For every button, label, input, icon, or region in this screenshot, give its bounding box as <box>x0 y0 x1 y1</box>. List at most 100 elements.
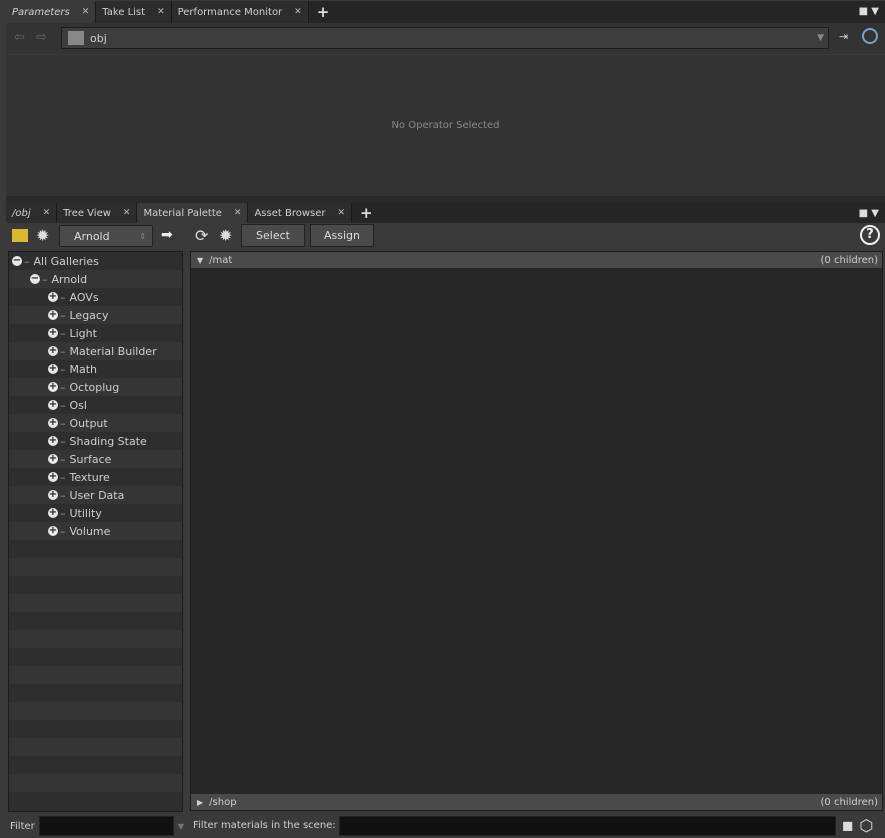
expand-icon[interactable]: + <box>48 310 58 320</box>
forward-arrow-icon[interactable]: ⇨ <box>36 30 47 45</box>
expand-icon[interactable]: + <box>48 292 58 302</box>
tab-material-palette[interactable]: Material Palette ✕ <box>137 203 249 223</box>
tab-asset-browser[interactable]: Asset Browser ✕ <box>248 203 353 223</box>
tab-performance-monitor[interactable]: Performance Monitor ✕ <box>171 1 309 23</box>
expand-icon[interactable]: + <box>48 418 58 428</box>
chevron-down-icon[interactable]: ▼ <box>817 33 824 43</box>
mat-section-header[interactable]: ▼ /mat (0 children) <box>191 252 882 268</box>
collapse-icon[interactable]: − <box>30 274 40 284</box>
select-button[interactable]: Select <box>241 224 305 247</box>
empty-row <box>9 684 182 702</box>
expand-icon[interactable]: + <box>48 346 58 356</box>
expand-icon[interactable]: + <box>48 508 58 518</box>
tree-item[interactable]: + – Surface <box>9 450 182 468</box>
filter-input[interactable] <box>38 816 174 836</box>
tree-item-label: AOVs <box>69 290 99 304</box>
link-icon[interactable] <box>862 28 878 44</box>
empty-row <box>9 594 182 612</box>
renderer-value: Arnold <box>74 229 110 243</box>
close-icon[interactable]: ✕ <box>234 208 242 218</box>
tree-connector: – <box>60 434 66 448</box>
gear-icon[interactable]: ✹ <box>36 226 49 245</box>
close-icon[interactable]: ✕ <box>43 208 51 218</box>
empty-row <box>9 774 182 792</box>
tree-filter-bar: Filter ▼ <box>6 814 184 838</box>
tree-item[interactable]: + – Texture <box>9 468 182 486</box>
tree-item-label: Utility <box>69 506 102 520</box>
pane-menu-icon[interactable]: ■ ▼ <box>859 208 879 219</box>
tab-tree-view[interactable]: Tree View ✕ <box>57 203 138 223</box>
tree-item[interactable]: + – Volume <box>9 522 182 540</box>
tab-take-list[interactable]: Take List ✕ <box>96 1 172 23</box>
spinner-icon: ⇕ <box>139 231 146 241</box>
expand-icon[interactable]: + <box>48 328 58 338</box>
empty-row <box>9 666 182 684</box>
add-folder-icon[interactable] <box>12 229 28 242</box>
tree-item[interactable]: + – Material Builder <box>9 342 182 360</box>
hexagon-icon[interactable]: ⬡ <box>859 816 873 835</box>
tree-item-label: Volume <box>69 524 111 538</box>
expand-icon[interactable]: + <box>48 454 58 464</box>
cube-icon[interactable]: ◼ <box>842 818 854 834</box>
expand-icon[interactable]: + <box>48 490 58 500</box>
tree-item[interactable]: + – Math <box>9 360 182 378</box>
arrow-right-icon[interactable]: ➡ <box>161 227 173 243</box>
help-icon[interactable]: ? <box>860 225 880 245</box>
back-arrow-icon[interactable]: ⇦ <box>14 30 25 45</box>
tree-item[interactable]: + – Shading State <box>9 432 182 450</box>
tree-item[interactable]: + – Octoplug <box>9 378 182 396</box>
tree-item[interactable]: + – Light <box>9 324 182 342</box>
tab-parameters[interactable]: Parameters ✕ <box>6 1 97 23</box>
tree-item-all-galleries[interactable]: − – All Galleries <box>9 252 182 270</box>
empty-row <box>9 540 182 558</box>
expand-icon[interactable]: + <box>48 436 58 446</box>
collapse-icon[interactable]: − <box>12 256 22 266</box>
tree-item[interactable]: + – Utility <box>9 504 182 522</box>
refresh-icon[interactable]: ⟳ <box>195 226 208 245</box>
pane-menu-icon[interactable]: ■ ▼ <box>859 6 879 17</box>
empty-row <box>9 756 182 774</box>
tree-item-label: Octoplug <box>69 380 120 394</box>
close-icon[interactable]: ✕ <box>157 7 165 17</box>
tree-item[interactable]: + – Output <box>9 414 182 432</box>
tree-item[interactable]: + – User Data <box>9 486 182 504</box>
tree-connector: – <box>60 524 66 538</box>
tree-connector: – <box>60 380 66 394</box>
gear-icon[interactable]: ✹ <box>219 226 232 245</box>
close-icon[interactable]: ✕ <box>82 7 90 17</box>
empty-row <box>9 576 182 594</box>
tree-item[interactable]: + – Osl <box>9 396 182 414</box>
tree-item-label: User Data <box>69 488 125 502</box>
renderer-select[interactable]: Arnold ⇕ <box>59 225 153 247</box>
empty-message: No Operator Selected <box>391 120 500 131</box>
close-icon[interactable]: ✕ <box>123 208 131 218</box>
triangle-right-icon: ▶ <box>197 797 204 807</box>
tab-obj[interactable]: /obj ✕ <box>6 203 58 223</box>
tree-item[interactable]: + – AOVs <box>9 288 182 306</box>
gallery-tree: − – All Galleries − – Arnold + – AOVs + – Legacy + – L… <box>8 251 183 812</box>
expand-icon[interactable]: + <box>48 472 58 482</box>
add-tab-button[interactable]: + <box>352 203 381 223</box>
tree-connector: – <box>60 416 66 430</box>
scene-filter-input[interactable] <box>338 815 836 836</box>
expand-icon[interactable]: + <box>48 526 58 536</box>
expand-icon[interactable]: + <box>48 364 58 374</box>
tree-connector: – <box>42 272 48 286</box>
expand-icon[interactable]: + <box>48 400 58 410</box>
filter-label: Filter <box>10 820 35 832</box>
tree-connector: – <box>60 398 66 412</box>
pin-icon[interactable]: ⇥ <box>839 30 848 43</box>
shop-section-header[interactable]: ▶ /shop (0 children) <box>191 794 882 810</box>
pane-splitter[interactable] <box>6 196 885 203</box>
tree-item[interactable]: + – Legacy <box>9 306 182 324</box>
expand-icon[interactable]: + <box>48 382 58 392</box>
chevron-down-icon[interactable]: ▼ <box>178 822 184 831</box>
assign-button[interactable]: Assign <box>310 224 374 247</box>
triangle-down-icon: ▼ <box>197 255 204 265</box>
close-icon[interactable]: ✕ <box>294 7 302 17</box>
close-icon[interactable]: ✕ <box>338 208 346 218</box>
tab-label: Asset Browser <box>254 207 326 219</box>
add-tab-button[interactable]: + <box>309 1 338 23</box>
tree-item-arnold[interactable]: − – Arnold <box>9 270 182 288</box>
path-field[interactable]: obj ▼ <box>61 27 829 49</box>
